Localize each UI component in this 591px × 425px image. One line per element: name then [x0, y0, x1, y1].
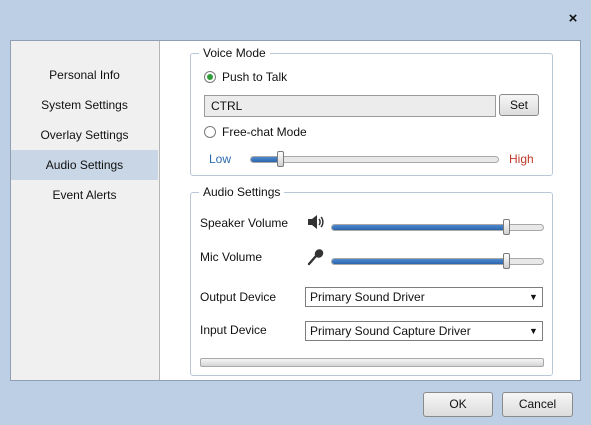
- hotkey-field[interactable]: CTRL: [204, 95, 496, 117]
- output-device-value: Primary Sound Driver: [310, 290, 425, 304]
- low-label: Low: [209, 152, 232, 166]
- mic-volume-label: Mic Volume: [200, 250, 263, 264]
- close-icon[interactable]: ×: [562, 8, 584, 30]
- push-to-talk-radio[interactable]: [204, 71, 216, 83]
- microphone-icon: [307, 249, 324, 266]
- mic-volume-slider-thumb[interactable]: [503, 253, 510, 269]
- input-device-value: Primary Sound Capture Driver: [310, 324, 471, 338]
- set-hotkey-button[interactable]: Set: [499, 94, 539, 116]
- audio-settings-title: Audio Settings: [199, 185, 285, 199]
- free-chat-label[interactable]: Free-chat Mode: [222, 125, 307, 139]
- free-chat-radio[interactable]: [204, 126, 216, 138]
- chevron-down-icon[interactable]: ▼: [526, 289, 541, 305]
- sidebar-item-audio-settings[interactable]: Audio Settings: [11, 150, 158, 180]
- mic-volume-slider-track[interactable]: [331, 258, 544, 265]
- sidebar-item-system-settings[interactable]: System Settings: [11, 90, 158, 120]
- push-to-talk-label[interactable]: Push to Talk: [222, 70, 287, 84]
- cancel-button[interactable]: Cancel: [502, 392, 573, 417]
- speaker-icon: [308, 215, 324, 229]
- sidebar-item-personal-info[interactable]: Personal Info: [11, 60, 158, 90]
- sidebar: Personal Info System Settings Overlay Se…: [11, 41, 160, 380]
- chevron-down-icon[interactable]: ▼: [526, 323, 541, 339]
- mic-volume-slider-fill: [332, 259, 507, 264]
- output-device-label: Output Device: [200, 290, 277, 304]
- speaker-volume-slider-fill: [332, 225, 507, 230]
- ok-button[interactable]: OK: [423, 392, 493, 417]
- speaker-volume-slider-track[interactable]: [331, 224, 544, 231]
- sensitivity-slider-thumb[interactable]: [277, 151, 284, 167]
- voice-mode-group: Voice Mode Push to Talk CTRL Set Free-ch…: [190, 46, 553, 176]
- sidebar-item-event-alerts[interactable]: Event Alerts: [11, 180, 158, 210]
- input-device-select[interactable]: Primary Sound Capture Driver ▼: [305, 321, 543, 341]
- mic-level-meter: [200, 358, 544, 367]
- high-label: High: [509, 152, 534, 166]
- speaker-volume-slider-thumb[interactable]: [503, 219, 510, 235]
- sensitivity-slider-track[interactable]: [250, 156, 499, 163]
- audio-settings-group: Audio Settings Speaker Volume Mic Volume…: [190, 185, 553, 376]
- speaker-volume-label: Speaker Volume: [200, 216, 289, 230]
- output-device-select[interactable]: Primary Sound Driver ▼: [305, 287, 543, 307]
- input-device-label: Input Device: [200, 323, 267, 337]
- sidebar-item-overlay-settings[interactable]: Overlay Settings: [11, 120, 158, 150]
- voice-mode-title: Voice Mode: [199, 46, 270, 60]
- settings-panel: Personal Info System Settings Overlay Se…: [10, 40, 581, 381]
